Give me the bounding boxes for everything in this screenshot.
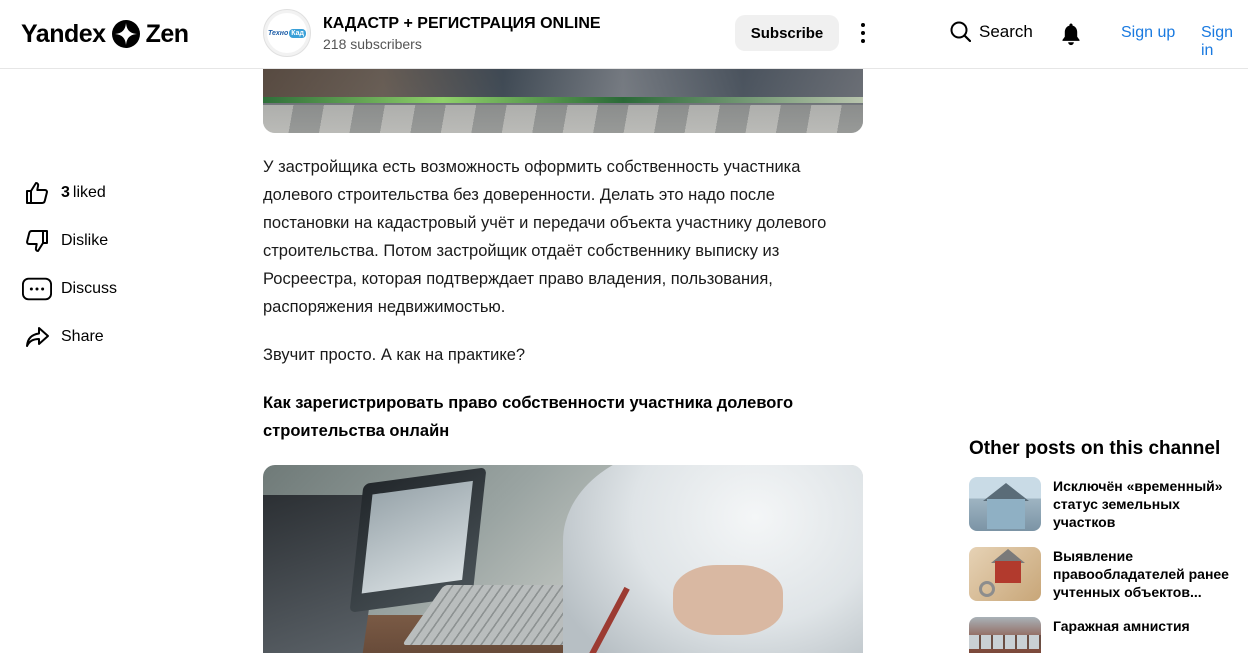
other-posts-title: Other posts on this channel <box>969 438 1221 459</box>
article-paragraph: У застройщика есть возможность оформить … <box>263 158 827 316</box>
thumbs-down-icon <box>22 226 52 256</box>
related-post-thumbnail[interactable] <box>969 477 1041 531</box>
article-subheading: Как зарегистрировать право собственности… <box>263 394 794 440</box>
discuss-label: Discuss <box>61 280 118 297</box>
related-post[interactable]: Исключён «временный» статус земельных уч… <box>969 477 1239 531</box>
yandex-zen-logo[interactable]: Yandex Zen <box>21 18 189 50</box>
article-paragraph: Звучит просто. А как на практике? <box>263 346 526 364</box>
search-label: Search <box>979 21 1033 41</box>
share-label: Share <box>61 328 104 345</box>
channel-subscribers: 218 subscribers <box>323 35 422 52</box>
related-post-title[interactable]: Исключён «временный» статус земельных уч… <box>1053 477 1239 531</box>
thumbs-up-icon <box>22 178 52 208</box>
zen-star-icon <box>111 20 140 48</box>
share-icon <box>22 322 52 352</box>
avatar-badge: Кад <box>289 28 306 38</box>
article-actions: 3 liked Dislike Discuss Share <box>22 177 117 369</box>
search-button[interactable]: Search <box>950 21 1033 42</box>
more-options-icon[interactable] <box>852 19 874 47</box>
sign-up-link[interactable]: Sign up <box>1121 24 1175 42</box>
related-post-thumbnail[interactable] <box>969 547 1041 601</box>
subscribe-button[interactable]: Subscribe <box>735 15 839 51</box>
share-button[interactable]: Share <box>22 321 117 353</box>
discuss-button[interactable]: Discuss <box>22 273 117 305</box>
related-post-thumbnail[interactable] <box>969 617 1041 653</box>
channel-avatar-logo: Техно Кад <box>267 13 307 53</box>
avatar-text: Техно <box>268 29 289 37</box>
sign-in-link[interactable]: Sign in <box>1201 24 1248 60</box>
like-label: liked <box>72 184 106 201</box>
logo-zen-text: Zen <box>145 19 189 48</box>
bell-icon[interactable] <box>1060 22 1082 46</box>
related-post[interactable]: Выявление правообладателей ранее учтенны… <box>969 547 1239 601</box>
like-button[interactable]: 3 liked <box>22 177 117 209</box>
related-post-title[interactable]: Выявление правообладателей ранее учтенны… <box>1053 547 1239 601</box>
channel-info[interactable]: Техно Кад КАДАСТР + РЕГИСТРАЦИЯ ONLINE 21… <box>263 9 601 57</box>
article-image-city <box>263 69 863 133</box>
like-count: 3 <box>61 184 70 201</box>
top-header: Yandex Zen Техно Кад КАДАСТР + РЕГИСТРАЦИ… <box>0 0 1248 69</box>
article-image-laptops <box>263 465 863 653</box>
search-icon <box>950 21 971 42</box>
channel-name[interactable]: КАДАСТР + РЕГИСТРАЦИЯ ONLINE <box>323 14 601 33</box>
logo-yandex-text: Yandex <box>21 19 106 48</box>
related-post[interactable]: Гаражная амнистия <box>969 617 1239 653</box>
channel-avatar[interactable]: Техно Кад <box>263 9 311 57</box>
related-post-title[interactable]: Гаражная амнистия <box>1053 617 1239 653</box>
dislike-label: Dislike <box>61 232 109 249</box>
dislike-button[interactable]: Dislike <box>22 225 117 257</box>
comment-icon <box>22 274 52 304</box>
